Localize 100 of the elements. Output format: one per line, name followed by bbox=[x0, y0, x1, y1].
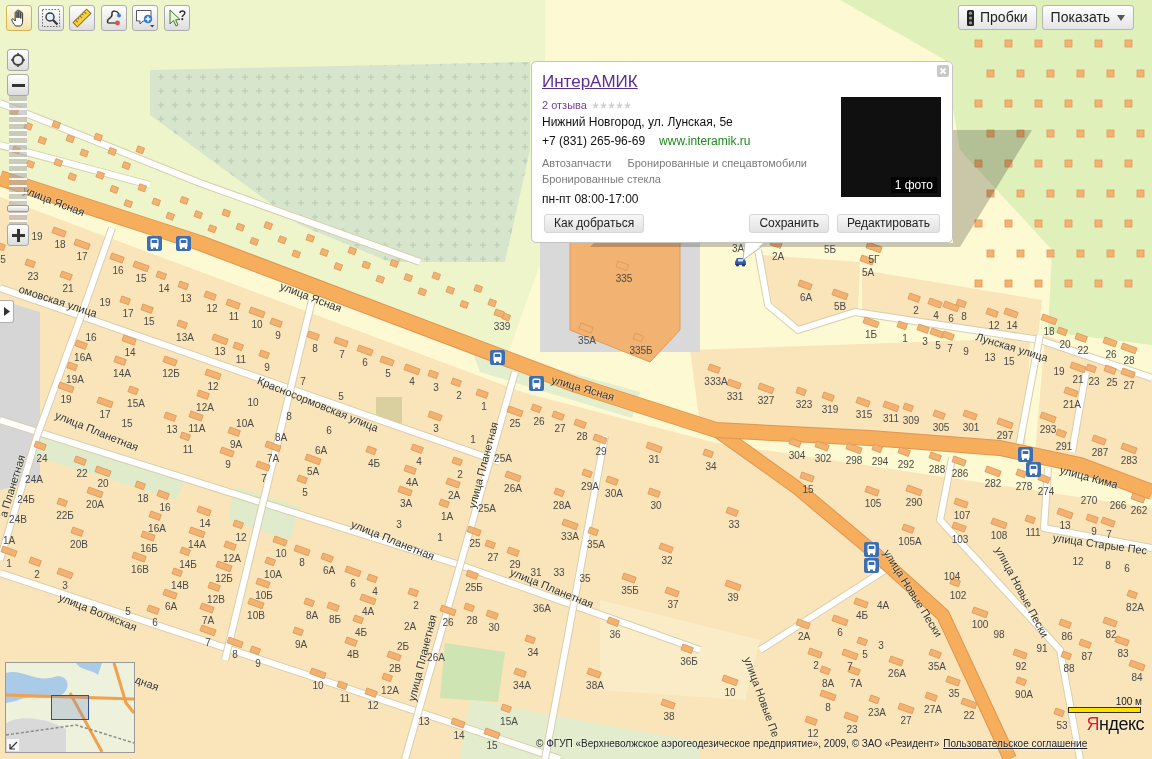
building bbox=[960, 697, 978, 710]
category-tag[interactable]: Автозапчасти bbox=[542, 155, 612, 171]
place-title-link[interactable]: ИнтерАМИК bbox=[542, 72, 832, 92]
building bbox=[907, 292, 921, 303]
house-number: 1 bbox=[481, 400, 487, 412]
zoom-out-button[interactable] bbox=[7, 74, 29, 96]
house-number: 323 bbox=[795, 398, 813, 410]
building bbox=[156, 489, 170, 500]
building bbox=[451, 456, 463, 467]
building bbox=[483, 727, 501, 740]
house-number: 23А bbox=[868, 706, 886, 718]
bus-stop-icon[interactable] bbox=[490, 350, 505, 365]
building bbox=[1046, 249, 1055, 258]
house-number: 12 bbox=[807, 727, 819, 739]
directions-button[interactable]: Как добраться bbox=[544, 214, 645, 233]
building bbox=[1012, 648, 1028, 660]
house-number: 9 bbox=[275, 329, 281, 341]
add-object-button[interactable] bbox=[132, 5, 158, 31]
house-number: 7 bbox=[947, 342, 953, 354]
building bbox=[962, 409, 978, 421]
house-number: 19 bbox=[31, 230, 43, 242]
info-tool-button[interactable] bbox=[163, 5, 190, 31]
save-button[interactable]: Сохранить bbox=[749, 214, 830, 233]
zoom-slider-thumb[interactable] bbox=[7, 205, 29, 213]
building bbox=[131, 551, 147, 563]
bus-stop-icon[interactable] bbox=[864, 558, 879, 573]
bus-stop-icon[interactable] bbox=[1026, 462, 1041, 477]
building bbox=[606, 616, 620, 627]
house-number: 16 bbox=[159, 501, 171, 513]
reviews-count[interactable]: 2 отзыва bbox=[542, 97, 587, 113]
address-text: Нижний Новгород, ул. Лунская, 5е bbox=[542, 114, 734, 131]
house-number: 6А bbox=[314, 444, 328, 456]
house-number: 5Г bbox=[868, 253, 880, 265]
house-number: 38А bbox=[586, 679, 604, 691]
bus-stop-icon[interactable] bbox=[1018, 447, 1033, 462]
house-number: 91 bbox=[1036, 642, 1048, 654]
building bbox=[0, 545, 18, 558]
building bbox=[707, 363, 721, 374]
house-number: 12 bbox=[1072, 555, 1084, 567]
building bbox=[24, 258, 36, 269]
house-number: 31 bbox=[648, 453, 660, 465]
building bbox=[902, 402, 914, 413]
zoom-area-tool-button[interactable] bbox=[37, 5, 64, 31]
house-number: 30 bbox=[488, 621, 500, 633]
house-number: 100 bbox=[971, 618, 989, 630]
house-number: 29 bbox=[595, 445, 607, 457]
bus-stop-icon[interactable] bbox=[147, 236, 162, 251]
minimap-viewport-frame[interactable] bbox=[51, 695, 89, 720]
minimap-collapse-button[interactable] bbox=[7, 739, 19, 751]
hand-tool-button[interactable] bbox=[6, 5, 32, 31]
photo-placeholder[interactable]: 1 фото bbox=[841, 97, 941, 197]
building bbox=[352, 614, 364, 625]
house-number: 8А bbox=[821, 677, 835, 689]
show-dropdown-button[interactable]: Показать bbox=[1041, 5, 1135, 30]
house-number: 14А bbox=[113, 367, 131, 379]
building bbox=[985, 307, 999, 318]
house-number: 9 bbox=[225, 458, 231, 470]
house-number: 20В bbox=[70, 538, 88, 550]
building bbox=[427, 410, 443, 422]
zoom-in-button[interactable] bbox=[7, 224, 29, 246]
house-number: 103 bbox=[951, 533, 969, 545]
bus-stop-icon[interactable] bbox=[529, 376, 544, 391]
house-number: 29А bbox=[581, 480, 599, 492]
locate-button[interactable] bbox=[7, 49, 29, 71]
house-number: 5 bbox=[862, 648, 868, 660]
building bbox=[1102, 336, 1118, 348]
building bbox=[1103, 364, 1117, 375]
building bbox=[945, 675, 961, 687]
place-marker-icon[interactable] bbox=[734, 255, 747, 267]
ruler-tool-button[interactable] bbox=[69, 5, 95, 31]
yandex-logo[interactable]: Яндекс bbox=[1086, 714, 1144, 734]
scale-label: 100 м bbox=[1115, 696, 1143, 707]
user-agreement-link[interactable]: Пользовательское соглашение bbox=[943, 738, 1088, 750]
house-number: 13А bbox=[176, 331, 194, 343]
building bbox=[843, 711, 859, 723]
bus-stop-icon[interactable] bbox=[176, 236, 191, 251]
building bbox=[320, 552, 334, 563]
website-link[interactable]: www.interamik.ru bbox=[659, 132, 751, 150]
category-tag[interactable]: Бронированные стекла bbox=[542, 171, 661, 187]
bus-stop-icon[interactable] bbox=[864, 542, 879, 557]
building bbox=[196, 389, 210, 400]
route-tool-button[interactable] bbox=[100, 5, 127, 31]
building bbox=[1130, 492, 1146, 504]
building bbox=[188, 410, 204, 422]
category-tag[interactable]: Бронированные и спецавтомобили bbox=[627, 155, 807, 171]
photo-count-badge[interactable]: 1 фото bbox=[890, 177, 937, 193]
traffic-button[interactable]: Пробки bbox=[958, 5, 1037, 30]
house-number: 278 bbox=[1015, 480, 1033, 492]
building bbox=[1046, 69, 1055, 78]
building bbox=[1034, 159, 1043, 168]
building bbox=[1063, 386, 1079, 398]
edit-button[interactable]: Редактировать bbox=[837, 214, 940, 233]
building bbox=[1106, 69, 1115, 78]
building bbox=[897, 702, 915, 715]
house-number: 87 bbox=[1081, 650, 1093, 662]
street-name: улица Ясная bbox=[21, 183, 87, 219]
sidebar-toggle-button[interactable] bbox=[0, 300, 14, 323]
house-number: 7 bbox=[847, 660, 853, 672]
building bbox=[1076, 189, 1085, 198]
house-number: 293 bbox=[1039, 423, 1057, 435]
